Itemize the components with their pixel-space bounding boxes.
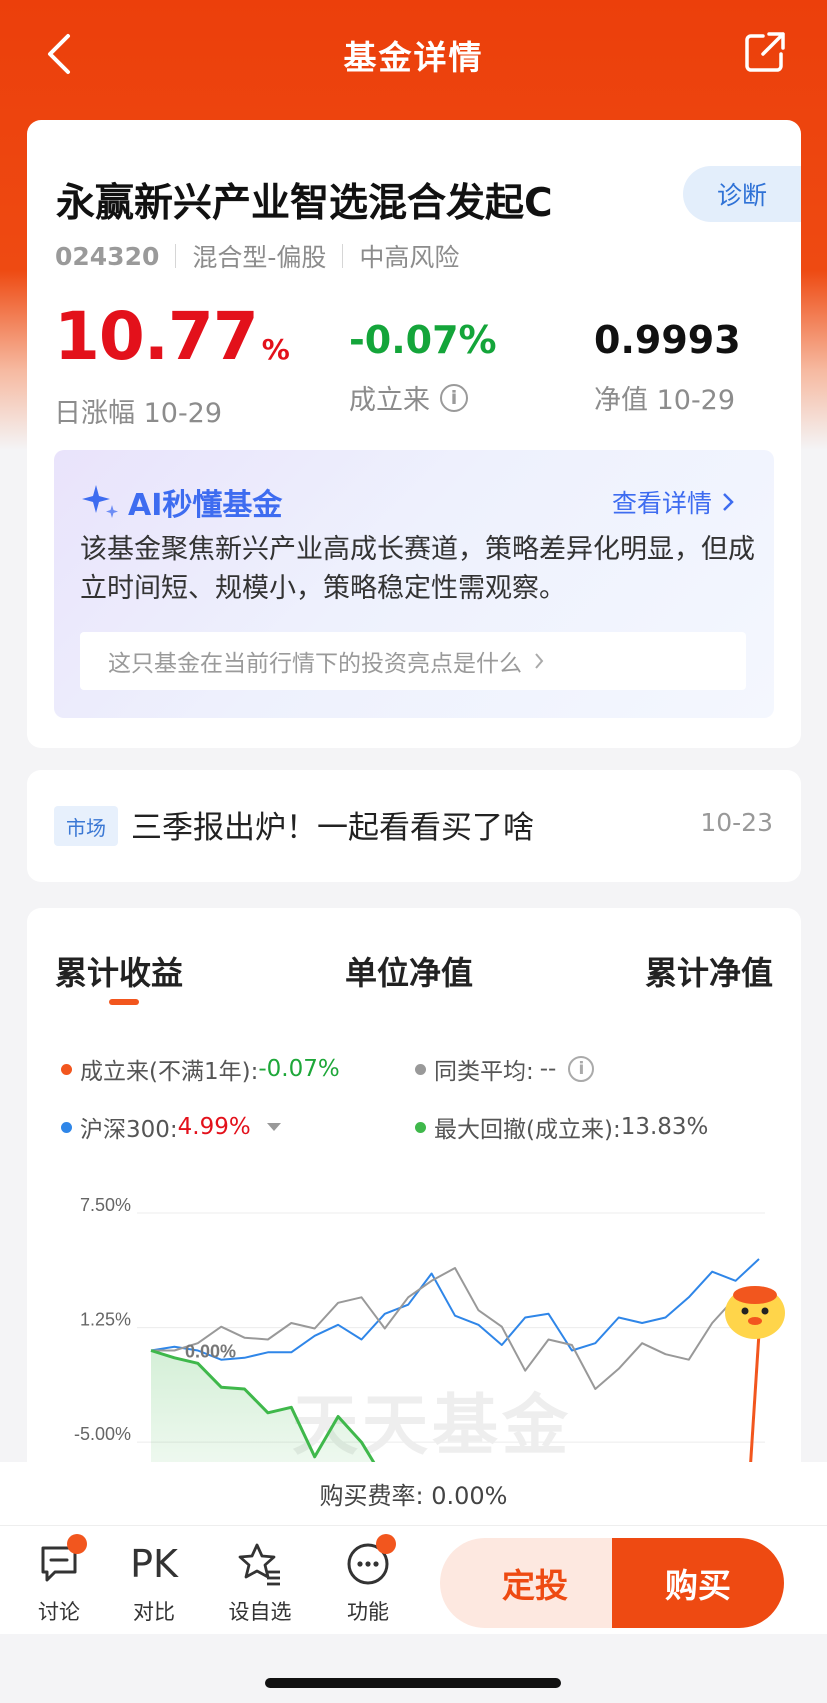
- ai-more-link[interactable]: 查看详情: [612, 484, 734, 520]
- pk-icon: PK: [130, 1542, 178, 1586]
- series-line-peer: [151, 1267, 760, 1390]
- since-inception-metric: -0.07% 成立来: [349, 316, 497, 417]
- y-tick-label: 7.50%: [80, 1195, 131, 1215]
- legend-dot: [61, 1121, 72, 1133]
- notification-dot: [67, 1534, 87, 1554]
- add-watchlist-button[interactable]: 设自选: [224, 1540, 296, 1626]
- fee-bar: 购买费率: 0.00%: [0, 1462, 827, 1526]
- legend-index[interactable]: 沪深300: 4.99%: [61, 1110, 281, 1144]
- series-line-index: [150, 1258, 760, 1361]
- legend-fund: 成立来(不满1年): -0.07%: [61, 1052, 340, 1086]
- fund-tags: 024320 混合型-偏股 中高风险: [55, 238, 459, 274]
- fund-name: 永赢新兴产业智选混合发起C: [56, 181, 553, 226]
- divider: [342, 244, 344, 268]
- legend-drawdown: 最大回撤(成立来): 13.83%: [415, 1110, 708, 1144]
- buy-button[interactable]: 购买: [612, 1538, 784, 1628]
- y-tick-label: 1.25%: [80, 1310, 131, 1330]
- star-icon: [238, 1543, 280, 1586]
- tab-unit-nav[interactable]: 单位净值: [345, 948, 473, 994]
- daily-change-label: 日涨幅 10-29: [54, 398, 223, 429]
- since-inception-label: 成立来: [349, 378, 497, 417]
- tab-cumulative-nav[interactable]: 累计净值: [645, 948, 773, 994]
- sparkle-icon: [82, 485, 118, 518]
- mascot-stick: [748, 1332, 761, 1478]
- navbar: 基金详情: [0, 0, 827, 110]
- daily-change-value: 10.77%: [54, 298, 290, 375]
- chevron-right-icon: [723, 493, 734, 511]
- performance-chart-card: 累计收益 单位净值 累计净值 成立来(不满1年): -0.07% 同类平均: -…: [27, 908, 801, 1548]
- since-inception-value: -0.07%: [349, 318, 497, 362]
- ai-summary-box: AI秒懂基金 查看详情 该基金聚焦新兴产业高成长赛道，策略差异化明显，但成立时间…: [54, 450, 774, 718]
- nav-value: 0.9993: [594, 318, 741, 362]
- active-tab-indicator: [109, 999, 139, 1005]
- nav-metric: 0.9993 净值 10-29: [594, 316, 741, 417]
- info-icon[interactable]: [440, 383, 468, 412]
- news-card[interactable]: 市场 三季报出炉！一起看看买了啥 10-23: [27, 770, 801, 882]
- legend-peer: 同类平均: --: [415, 1052, 595, 1086]
- discuss-button[interactable]: 讨论: [23, 1534, 95, 1626]
- chevron-right-icon: [535, 653, 544, 669]
- sip-button[interactable]: 定投: [440, 1538, 630, 1628]
- news-date: 10-23: [700, 808, 773, 837]
- nav-label: 净值 10-29: [594, 385, 736, 416]
- mascot-eye: [741, 1307, 749, 1315]
- mascot-hat: [733, 1286, 777, 1304]
- legend-dot: [61, 1063, 72, 1075]
- ai-description: 该基金聚焦新兴产业高成长赛道，策略差异化明显，但成立时间短、规模小，策略稳定性需…: [80, 534, 755, 604]
- fund-type: 混合型-偏股: [192, 243, 327, 272]
- bottom-action-bar: 讨论 PK 对比 设自选 功能 定投 购买: [0, 1526, 827, 1634]
- legend-dot: [415, 1063, 426, 1075]
- daily-change-metric: 10.77% 日涨幅 10-29: [54, 298, 290, 430]
- ai-question-prompt[interactable]: 这只基金在当前行情下的投资亮点是什么: [80, 632, 746, 690]
- fund-summary-card: 永赢新兴产业智选混合发起C 诊断 024320 混合型-偏股 中高风险 10.7…: [27, 120, 801, 748]
- functions-button[interactable]: 功能: [332, 1534, 404, 1626]
- diagnose-button[interactable]: 诊断: [683, 166, 801, 222]
- ai-title: AI秒懂基金: [80, 480, 282, 524]
- info-icon[interactable]: [568, 1056, 595, 1082]
- legend-dot: [415, 1121, 426, 1133]
- divider: [175, 244, 177, 268]
- compare-button[interactable]: PK 对比: [118, 1540, 190, 1626]
- fund-code: 024320: [55, 241, 160, 271]
- home-indicator[interactable]: [265, 1678, 561, 1688]
- mascot-eye: [761, 1307, 769, 1315]
- y-tick-label: -5.00%: [74, 1424, 131, 1444]
- news-tag: 市场: [54, 806, 118, 846]
- page-title: 基金详情: [343, 38, 484, 77]
- fund-risk: 中高风险: [359, 243, 460, 272]
- news-title: 三季报出炉！一起看看买了啥: [131, 810, 534, 846]
- notification-dot: [376, 1534, 396, 1554]
- zero-label: 0.00%: [185, 1342, 236, 1362]
- back-icon[interactable]: [40, 30, 80, 78]
- mascot-beak: [748, 1317, 762, 1325]
- share-icon[interactable]: [743, 30, 787, 74]
- tab-cumulative-return[interactable]: 累计收益: [55, 948, 183, 994]
- home-indicator-area: [0, 1634, 827, 1703]
- performance-chart[interactable]: 7.50%1.25%-5.00% 天天基金0.00%: [27, 1158, 801, 1478]
- dropdown-caret-icon: [266, 1123, 281, 1131]
